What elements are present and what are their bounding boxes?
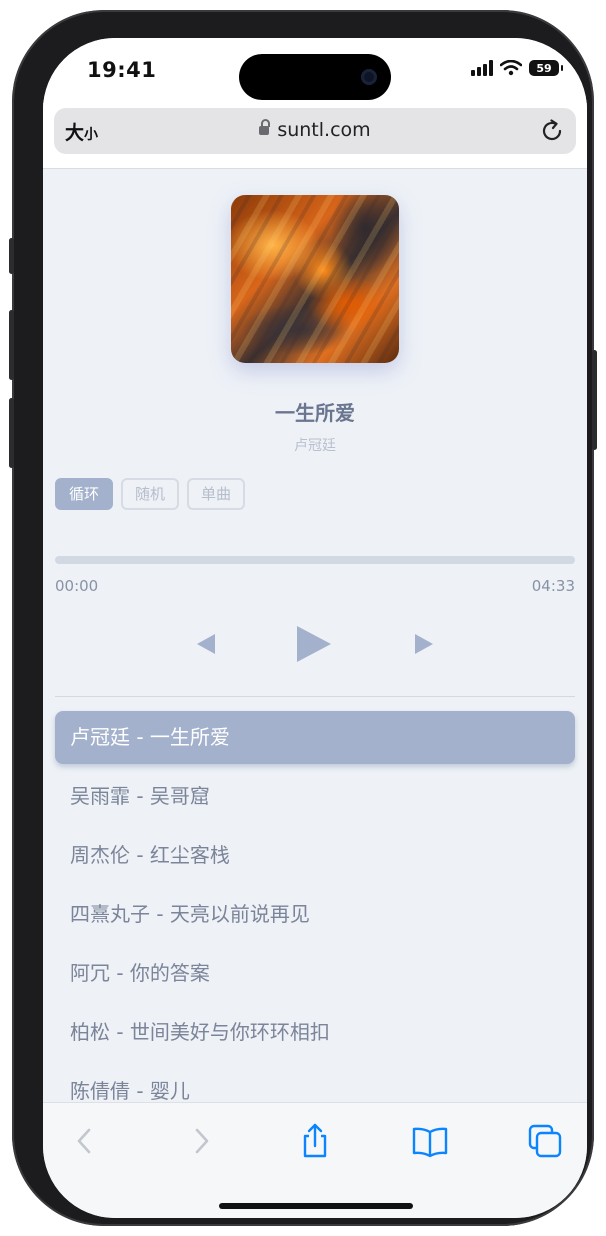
playlist: 卢冠廷 - 一生所爱 吴雨霏 - 吴哥窟 周杰伦 - 红尘客栈 四熹丸子 - 天…: [55, 711, 575, 1124]
url-display[interactable]: suntl.com: [54, 119, 576, 141]
phone-frame: 一生所爱 卢冠廷 循环 随机 单曲 00:00 04:33 卢冠廷 - 一生所爱…: [9, 10, 597, 1226]
next-icon[interactable]: [409, 619, 439, 669]
volume-up-button: [9, 310, 14, 380]
divider: [55, 696, 575, 697]
dynamic-island: [239, 54, 391, 100]
playlist-item[interactable]: 柏松 - 世间美好与你环环相扣: [55, 1006, 575, 1059]
playlist-item[interactable]: 吴雨霏 - 吴哥窟: [55, 770, 575, 823]
volume-down-button: [9, 398, 14, 468]
playlist-item[interactable]: 卢冠廷 - 一生所爱: [55, 711, 575, 764]
browser-address-area: 大小 suntl.com: [43, 100, 587, 169]
back-icon[interactable]: [65, 1121, 105, 1161]
tabs-icon[interactable]: [525, 1121, 565, 1161]
share-icon[interactable]: [295, 1121, 335, 1161]
bookmarks-icon[interactable]: [410, 1121, 450, 1161]
url-text: suntl.com: [277, 119, 371, 141]
song-title: 一生所爱: [275, 401, 355, 425]
camera-icon: [361, 69, 377, 85]
playlist-item[interactable]: 周杰伦 - 红尘客栈: [55, 829, 575, 882]
playlist-item[interactable]: 阿冗 - 你的答案: [55, 947, 575, 1000]
wifi-icon: [500, 60, 522, 76]
battery-icon: 59: [529, 60, 563, 76]
current-time: 00:00: [55, 577, 99, 595]
song-artist: 卢冠廷: [294, 438, 336, 454]
power-button: [592, 350, 597, 450]
reload-icon[interactable]: [538, 117, 566, 145]
lock-icon: [259, 119, 270, 135]
mode-shuffle-button[interactable]: 随机: [121, 478, 180, 510]
browser-toolbar: [43, 1102, 587, 1218]
forward-icon[interactable]: [181, 1121, 221, 1161]
status-time: 19:41: [87, 58, 157, 82]
status-bar: 19:41 59: [43, 38, 587, 108]
mode-loop-button[interactable]: 循环: [55, 478, 114, 510]
progress-bar[interactable]: [55, 556, 575, 564]
album-cover: [231, 195, 399, 363]
prev-icon[interactable]: [193, 619, 223, 669]
screen: 一生所爱 卢冠廷 循环 随机 单曲 00:00 04:33 卢冠廷 - 一生所爱…: [43, 38, 587, 1218]
mode-single-button[interactable]: 单曲: [187, 478, 246, 510]
play-icon[interactable]: [293, 619, 337, 669]
action-button: [9, 238, 14, 274]
address-bar[interactable]: 大小 suntl.com: [54, 108, 576, 154]
total-time: 04:33: [531, 577, 575, 595]
cellular-signal-icon: [471, 60, 493, 76]
playlist-item[interactable]: 四熹丸子 - 天亮以前说再见: [55, 888, 575, 941]
status-icons: 59: [471, 60, 563, 76]
home-indicator: [219, 1203, 413, 1209]
play-mode-group: 循环 随机 单曲: [55, 478, 246, 510]
